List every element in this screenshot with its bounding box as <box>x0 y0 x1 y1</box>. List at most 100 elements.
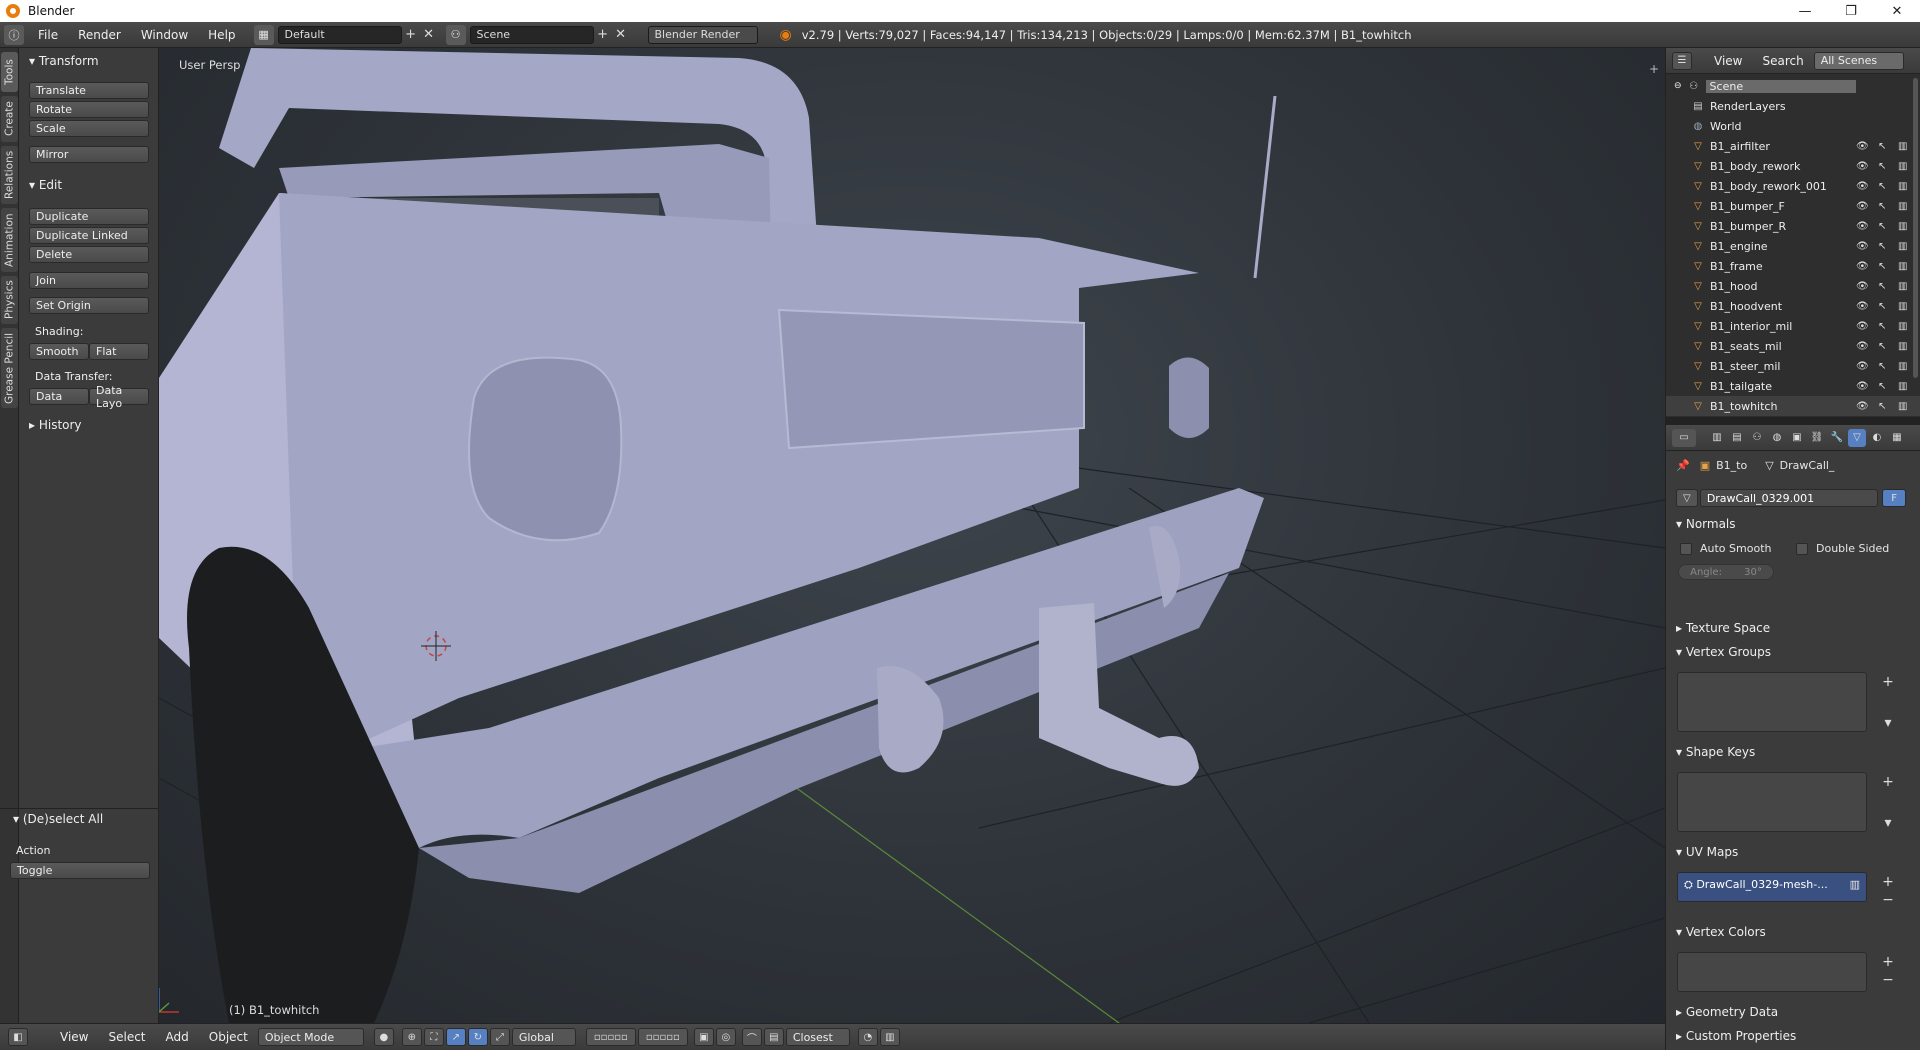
menu-select[interactable]: Select <box>98 1030 155 1044</box>
visibility-toggle-icon[interactable]: 👁 <box>1856 181 1869 192</box>
outliner-object-label[interactable]: B1_hood <box>1710 280 1757 293</box>
outliner-horizontal-scrollbar[interactable] <box>1666 417 1920 425</box>
flat-button[interactable]: Flat <box>89 343 149 360</box>
data-transfer-button[interactable]: Data <box>29 388 89 405</box>
uv-maps-panel-header[interactable]: ▾ UV Maps <box>1676 845 1738 859</box>
tab-grease-pencil[interactable]: Grease Pencil <box>1 328 18 408</box>
visibility-toggle-icon[interactable]: 👁 <box>1856 241 1869 252</box>
mode-selector[interactable]: Object Mode <box>257 1028 364 1046</box>
visibility-toggle-icon[interactable]: 👁 <box>1856 301 1869 312</box>
menu-file[interactable]: File <box>28 28 68 42</box>
render-toggle-icon[interactable]: ▥ <box>1898 321 1907 332</box>
selectability-toggle-icon[interactable]: ↖ <box>1878 401 1886 412</box>
auto-smooth-checkbox[interactable] <box>1680 543 1692 555</box>
expand-toggle-icon[interactable]: ⊖ <box>1674 81 1682 91</box>
selectability-toggle-icon[interactable]: ↖ <box>1878 361 1886 372</box>
vertex-groups-list[interactable] <box>1677 672 1867 732</box>
menu-object[interactable]: Object <box>199 1030 258 1044</box>
layout-selector[interactable]: Default <box>277 25 402 44</box>
mesh-name-field[interactable]: DrawCall_0329.001 <box>1699 489 1879 507</box>
scale-manipulator-icon[interactable]: ⤢ <box>489 1028 510 1046</box>
outliner-object-label[interactable]: B1_body_rework_001 <box>1710 180 1827 193</box>
outliner-display-filter[interactable]: All Scenes <box>1813 51 1904 70</box>
tab-relations[interactable]: Relations <box>1 146 18 204</box>
remove-layout-button[interactable]: ✕ <box>420 26 438 44</box>
add-shape-key-button[interactable]: + <box>1879 774 1897 790</box>
maximize-button[interactable]: ❐ <box>1828 0 1874 22</box>
smooth-button[interactable]: Smooth <box>29 343 89 360</box>
context-object-label[interactable]: B1_to <box>1716 459 1747 472</box>
render-layers-tab-icon[interactable]: ▤ <box>1728 429 1746 447</box>
normals-panel-header[interactable]: ▾ Normals <box>1676 517 1736 531</box>
visibility-toggle-icon[interactable]: 👁 <box>1856 401 1869 412</box>
mirror-button[interactable]: Mirror <box>29 146 149 163</box>
selectability-toggle-icon[interactable]: ↖ <box>1878 181 1886 192</box>
outliner-menu-view[interactable]: View <box>1704 54 1752 68</box>
selectability-toggle-icon[interactable]: ↖ <box>1878 141 1886 152</box>
layers-grid-left[interactable]: ▫▫▫▫▫ <box>585 1028 636 1046</box>
context-data-label[interactable]: DrawCall_ <box>1780 459 1835 472</box>
render-animation-icon[interactable]: ▥ <box>879 1028 900 1046</box>
duplicate-linked-button[interactable]: Duplicate Linked <box>29 227 149 244</box>
outliner-object-label[interactable]: B1_towhitch <box>1710 400 1777 413</box>
join-button[interactable]: Join <box>29 272 149 289</box>
shape-keys-list[interactable] <box>1677 772 1867 832</box>
constraints-tab-icon[interactable]: ⛓ <box>1808 429 1826 447</box>
geometry-data-panel-header[interactable]: ▸ Geometry Data <box>1676 1005 1778 1019</box>
outliner-editor-type-icon[interactable]: ☰ <box>1672 51 1692 70</box>
texture-tab-icon[interactable]: ▦ <box>1888 429 1906 447</box>
uv-map-item[interactable]: ⛭ DrawCall_0329-mesh-... <box>1684 878 1828 892</box>
minimize-button[interactable]: — <box>1782 0 1828 22</box>
outliner-object-row[interactable]: ▽ B1_towhitch 👁 ↖ ▥ <box>1666 396 1920 416</box>
outliner-object-row[interactable]: ▽ B1_body_rework_001 👁 ↖ ▥ <box>1666 176 1920 196</box>
outliner-object-label[interactable]: B1_bumper_F <box>1710 200 1785 213</box>
transform-orientation-selector[interactable]: Global <box>511 1028 576 1046</box>
render-toggle-icon[interactable]: ▥ <box>1898 161 1907 172</box>
menu-window[interactable]: Window <box>131 28 198 42</box>
visibility-toggle-icon[interactable]: 👁 <box>1856 261 1869 272</box>
outliner-object-label[interactable]: B1_steer_mil <box>1710 360 1780 373</box>
history-panel-header[interactable]: ▸ History <box>29 418 82 432</box>
editor-type-icon[interactable]: ◧ <box>8 1028 28 1046</box>
add-scene-button[interactable]: + <box>594 26 612 44</box>
outliner-object-label[interactable]: B1_body_rework <box>1710 160 1800 173</box>
outliner-object-row[interactable]: ▽ B1_hoodvent 👁 ↖ ▥ <box>1666 296 1920 316</box>
translate-button[interactable]: Translate <box>29 82 149 99</box>
outliner-object-row[interactable]: ▽ B1_interior_mil 👁 ↖ ▥ <box>1666 316 1920 336</box>
manipulator-toggle-icon[interactable]: ⛶ <box>423 1028 444 1046</box>
vertex-group-specials-button[interactable]: ▾ <box>1879 715 1897 731</box>
layers-grid-right[interactable]: ▫▫▫▫▫ <box>637 1028 688 1046</box>
remove-uv-map-button[interactable]: − <box>1879 892 1897 908</box>
visibility-toggle-icon[interactable]: 👁 <box>1856 361 1869 372</box>
outliner-object-row[interactable]: ▽ B1_steer_mil 👁 ↖ ▥ <box>1666 356 1920 376</box>
scene-selector[interactable]: Scene <box>469 25 594 44</box>
data-tab-icon[interactable]: ▽ <box>1848 428 1866 447</box>
outliner-object-row[interactable]: ▽ B1_engine 👁 ↖ ▥ <box>1666 236 1920 256</box>
3d-viewport[interactable]: User Persp (1) B1_towhitch + <box>159 48 1665 1023</box>
rotate-manipulator-icon[interactable]: ↻ <box>467 1028 488 1046</box>
vertex-groups-panel-header[interactable]: ▾ Vertex Groups <box>1676 645 1771 659</box>
screen-layout-icon[interactable]: ▦ <box>253 24 274 45</box>
edit-panel-header[interactable]: ▾ Edit <box>29 178 62 192</box>
selectability-toggle-icon[interactable]: ↖ <box>1878 341 1886 352</box>
outliner-object-row[interactable]: ▽ B1_tailgate 👁 ↖ ▥ <box>1666 376 1920 396</box>
render-toggle-icon[interactable]: ▥ <box>1898 241 1907 252</box>
delete-button[interactable]: Delete <box>29 246 149 263</box>
render-toggle-icon[interactable]: ▥ <box>1898 261 1907 272</box>
vertex-colors-list[interactable] <box>1677 952 1867 992</box>
scene-icon[interactable]: ⚇ <box>445 24 466 45</box>
set-origin-dropdown[interactable]: Set Origin <box>29 297 149 314</box>
outliner-object-row[interactable]: ▽ B1_frame 👁 ↖ ▥ <box>1666 256 1920 276</box>
visibility-toggle-icon[interactable]: 👁 <box>1856 161 1869 172</box>
outliner-menu-search[interactable]: Search <box>1752 54 1813 68</box>
selectability-toggle-icon[interactable]: ↖ <box>1878 281 1886 292</box>
fake-user-button[interactable]: F <box>1882 489 1906 507</box>
selectability-toggle-icon[interactable]: ↖ <box>1878 241 1886 252</box>
render-toggle-icon[interactable]: ▥ <box>1898 361 1907 372</box>
outliner-scene-row[interactable]: ⊖ ⚇ Scene <box>1666 76 1920 96</box>
tab-create[interactable]: Create <box>1 96 18 142</box>
outliner-object-row[interactable]: ▽ B1_airfilter 👁 ↖ ▥ <box>1666 136 1920 156</box>
remove-scene-button[interactable]: ✕ <box>612 26 630 44</box>
tab-tools[interactable]: Tools <box>1 52 18 92</box>
visibility-toggle-icon[interactable]: 👁 <box>1856 321 1869 332</box>
